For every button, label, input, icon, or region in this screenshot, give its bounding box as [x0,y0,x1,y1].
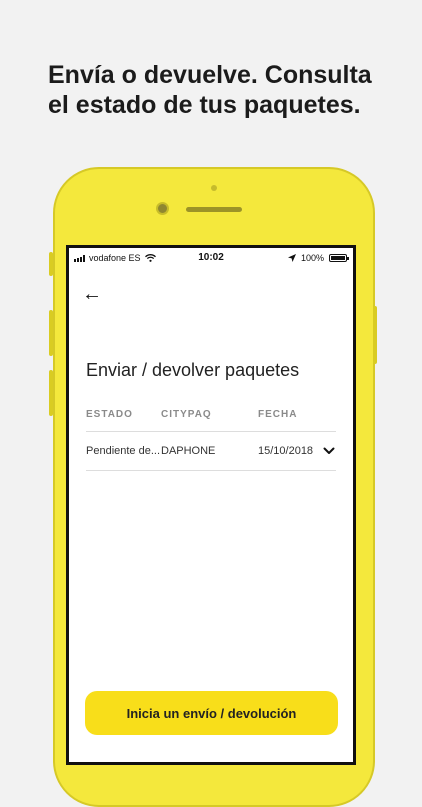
battery-icon [329,254,349,262]
volume-up-button [49,310,53,356]
start-shipment-button[interactable]: Inicia un envío / devolución [85,691,338,735]
row-citypaq: DAPHONE [161,445,216,457]
phone-screen: vodafone ES 10:02 100% ← Enviar / devolv… [66,245,356,765]
headline-line-2: el estado de tus paquetes. [48,91,361,119]
chevron-down-icon[interactable] [323,445,335,457]
earpiece-speaker [186,207,242,212]
arrow-left-icon: ← [82,283,102,305]
back-button[interactable]: ← [82,283,102,306]
volume-down-button [49,370,53,416]
status-bar: vodafone ES 10:02 100% [69,248,353,268]
page-title: Enviar / devolver paquetes [86,360,300,380]
marketing-headline: Envía o devuelve. Consulta el estado de … [48,60,408,120]
header-divider [86,431,336,432]
row-estado: Pendiente de... [86,445,161,457]
power-button [373,306,377,364]
mute-switch [49,252,53,276]
proximity-sensor [211,185,217,191]
location-arrow-icon [287,254,296,262]
column-header-fecha: FECHA [258,409,298,420]
row-divider [86,470,336,471]
headline-line-1: Envía o devuelve. Consulta [48,61,372,89]
battery-percentage: 100% [300,253,324,263]
front-camera [156,202,169,215]
column-header-citypaq: CITYPAQ [161,409,212,420]
row-fecha: 15/10/2018 [258,445,314,457]
column-header-estado: ESTADO [86,409,133,420]
